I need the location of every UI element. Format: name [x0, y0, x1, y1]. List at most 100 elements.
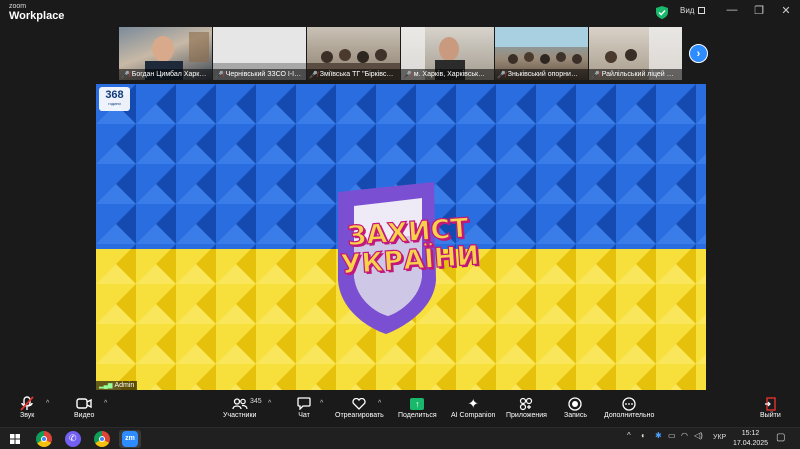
participant-caption: 🎤̸ Чернівський ЗЗСО І-І… — [213, 69, 306, 80]
title-bar: zoom Workplace Вид — ❐ ✕ — [0, 0, 800, 26]
shared-screen: ЗАХИСТ УКРАЇНИ — [96, 84, 706, 390]
windows-start-icon[interactable] — [10, 434, 20, 444]
leave-button[interactable]: Выйти — [760, 395, 781, 419]
volume-icon[interactable]: ◁) — [694, 431, 703, 440]
windows-taskbar: ✆ zm ^ ◐ ✱ ▭ ◠ ◁) УКР 15:12 17.04.2025 ▢ — [0, 427, 800, 449]
participants-icon — [232, 395, 248, 412]
notifications-icon[interactable]: ▢ — [776, 432, 785, 443]
participant-tile[interactable]: 🎤̸ м. Харків, Харківськ… — [401, 27, 494, 80]
signal-bars-icon: ▂▄▆ — [99, 383, 113, 389]
mic-muted-icon: 🎤̸ — [121, 71, 130, 79]
security-shield-icon[interactable] — [656, 6, 668, 19]
chat-button[interactable]: Чат — [297, 395, 311, 419]
record-button[interactable]: Запись — [564, 395, 587, 419]
view-button[interactable]: Вид — [680, 6, 706, 15]
participant-caption: 🎤̸ Зміївська ТГ "Бірківс… — [307, 69, 400, 80]
video-options-caret[interactable]: ^ — [104, 400, 107, 407]
taskbar-clock[interactable]: 15:12 17.04.2025 — [733, 429, 768, 449]
viber-icon[interactable]: ✆ — [65, 431, 81, 447]
participant-name: Зміївська ТГ "Бірківс… — [319, 71, 394, 78]
clock-time: 15:12 — [741, 430, 760, 437]
ai-companion-label: AI Companion — [451, 412, 496, 419]
mic-muted-icon: 🎤̸ — [591, 71, 600, 79]
leave-label: Выйти — [760, 412, 781, 419]
react-options-caret[interactable]: ^ — [378, 400, 381, 407]
view-label: Вид — [680, 6, 695, 15]
grid-view-icon — [698, 7, 706, 14]
participant-name: м. Харків, Харківськ… — [413, 71, 486, 78]
participant-tile[interactable]: 🎤̸ Зньківський опорни… — [495, 27, 588, 80]
chat-label: Чат — [298, 412, 310, 419]
mic-muted-icon: 🎤̸ — [403, 71, 412, 79]
participant-tile[interactable]: 🎤̸ Чернівський ЗЗСО І-І… — [213, 27, 306, 80]
apps-button[interactable]: Приложения — [506, 395, 547, 419]
audio-button[interactable]: Звук — [20, 395, 34, 419]
zoom-taskbar-item[interactable]: zm — [119, 430, 141, 448]
wifi-icon[interactable]: ◠ — [681, 431, 688, 440]
language-indicator[interactable]: УКР — [713, 434, 726, 441]
clock-date: 17.04.2025 — [733, 440, 769, 447]
share-arrow-icon: ↑ — [410, 397, 425, 410]
logo-text: ЗАХИСТ УКРАЇНИ — [337, 212, 481, 281]
chrome-profile-icon[interactable] — [94, 431, 110, 447]
close-button[interactable]: ✕ — [776, 4, 796, 17]
zoom-logo: zoom Workplace — [9, 3, 64, 22]
hours-counter-badge: 368 години — [99, 87, 130, 111]
tray-app-icon[interactable]: ◐ — [641, 431, 646, 440]
audio-options-caret[interactable]: ^ — [46, 400, 49, 407]
mic-muted-icon: 🎤̸ — [497, 71, 506, 79]
meeting-toolbar: Звук ^ Видео ^ Участники 345 ^ Чат ^ Отр… — [0, 392, 800, 425]
mic-muted-icon: 🎤̸ — [215, 71, 224, 79]
chevron-right-icon[interactable]: › — [689, 44, 708, 63]
share-label: Поделиться — [398, 412, 437, 419]
logo-bottom-text: Workplace — [9, 10, 65, 22]
maximize-button[interactable]: ❐ — [749, 4, 769, 17]
more-dots-icon — [622, 395, 636, 412]
react-label: Отреагировать — [335, 412, 384, 419]
participant-tile[interactable]: 🎤̸ Богдан Цимбал Харк… — [119, 27, 212, 80]
participant-caption: 🎤̸ Райлільський ліцей … — [589, 69, 682, 80]
participant-tile[interactable]: 🎤̸ Райлільський ліцей … — [589, 27, 682, 80]
participant-name: Чернівський ЗЗСО І-І… — [225, 71, 302, 78]
tray-overflow-icon[interactable]: ^ — [627, 431, 631, 440]
participant-name: Зньківський опорни… — [507, 71, 578, 78]
zoom-app-icon: zm — [122, 431, 138, 447]
exit-door-icon — [764, 395, 777, 412]
chrome-icon[interactable] — [36, 431, 52, 447]
participant-gallery-strip: 🎤̸ Богдан Цимбал Харк… 🎤̸ Чернівський ЗЗСО… — [119, 27, 682, 80]
participant-caption: 🎤̸ м. Харків, Харківськ… — [401, 69, 494, 80]
logo-top-text: zoom — [9, 3, 27, 10]
participant-caption: 🎤̸ Зньківський опорни… — [495, 69, 588, 80]
heart-icon — [352, 395, 367, 412]
minimize-button[interactable]: — — [722, 4, 742, 16]
react-button[interactable]: Отреагировать — [335, 395, 384, 419]
video-camera-icon — [76, 395, 92, 412]
mic-muted-icon — [20, 395, 34, 412]
ai-companion-button[interactable]: ✦ AI Companion — [451, 395, 496, 420]
participants-options-caret[interactable]: ^ — [268, 400, 271, 407]
participant-tile[interactable]: 🎤̸ Зміївська ТГ "Бірківс… — [307, 27, 400, 80]
sparkle-icon: ✦ — [467, 395, 479, 411]
presenter-name-tag: ▂▄▆ Admin — [96, 381, 138, 390]
badge-number: 368 — [105, 89, 124, 101]
audio-label: Звук — [20, 412, 35, 419]
apps-label: Приложения — [506, 412, 547, 419]
apps-icon — [519, 395, 533, 412]
mic-muted-icon: 🎤̸ — [309, 71, 318, 79]
share-screen-button[interactable]: ↑ Поделиться — [398, 395, 437, 419]
video-button[interactable]: Видео — [74, 395, 94, 419]
presenter-name: Admin — [114, 382, 135, 389]
participant-caption: 🎤̸ Богдан Цимбал Харк… — [119, 69, 212, 80]
record-label: Запись — [564, 412, 587, 419]
bluetooth-icon[interactable]: ✱ — [655, 431, 662, 440]
participants-count: 345 — [250, 398, 262, 405]
record-icon — [568, 395, 583, 412]
more-label: Дополнительно — [604, 412, 655, 419]
participant-name: Богдан Цимбал Харк… — [131, 71, 207, 78]
chat-options-caret[interactable]: ^ — [320, 400, 323, 407]
video-label: Видео — [74, 412, 95, 419]
participant-name: Райлільський ліцей … — [601, 71, 674, 78]
more-button[interactable]: Дополнительно — [604, 395, 654, 419]
network-icon[interactable]: ▭ — [668, 431, 676, 440]
chat-bubble-icon — [297, 395, 311, 412]
